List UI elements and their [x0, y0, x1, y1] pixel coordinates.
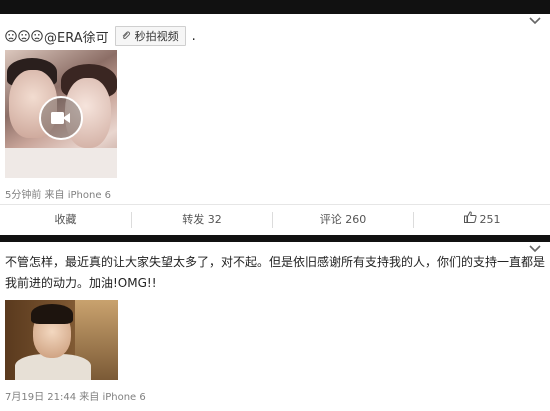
thumbnail-figure	[5, 148, 117, 178]
post-meta: 5分钟前 来自 iPhone 6	[5, 190, 112, 201]
sad-face-icon	[18, 30, 30, 42]
post-text: 不管怎样，最近真的让大家失望太多了，对不起。但是依旧感谢所有支持我的人，你们的支…	[5, 255, 546, 290]
thumbs-up-icon	[463, 205, 477, 235]
video-thumbnail[interactable]	[5, 50, 117, 178]
post-image[interactable]	[5, 300, 118, 380]
mention-username[interactable]: @ERA徐可	[44, 27, 109, 46]
thumbnail-figure	[31, 304, 73, 324]
trailing-text: .	[191, 28, 196, 44]
comment-button[interactable]: 评论 260	[273, 205, 413, 235]
action-bar: 收藏 转发 32 评论 260 251	[0, 204, 550, 235]
favorite-button[interactable]: 收藏	[0, 205, 131, 235]
like-button[interactable]: 251	[414, 205, 550, 235]
paperclip-icon	[121, 31, 131, 41]
video-tag-button[interactable]: 秒拍视频	[114, 26, 186, 46]
play-video-icon[interactable]	[39, 96, 83, 140]
weibo-post-video: @ERA徐可 秒拍视频 . 5分钟前 来自 iPhone 6 收藏 转发 32 …	[0, 14, 550, 235]
video-tag-label: 秒拍视频	[134, 30, 179, 43]
post-meta: 7月19日 21:44 来自 iPhone 6	[5, 392, 146, 403]
like-count: 251	[479, 213, 501, 226]
sad-face-icon	[31, 30, 43, 42]
repost-button[interactable]: 转发 32	[132, 205, 272, 235]
weibo-post-image: 不管怎样，最近真的让大家失望太多了，对不起。但是依旧感谢所有支持我的人，你们的支…	[0, 242, 550, 411]
post-text: @ERA徐可 秒拍视频 .	[5, 26, 196, 46]
chevron-down-icon[interactable]	[528, 16, 542, 26]
sad-face-icon	[5, 30, 17, 42]
